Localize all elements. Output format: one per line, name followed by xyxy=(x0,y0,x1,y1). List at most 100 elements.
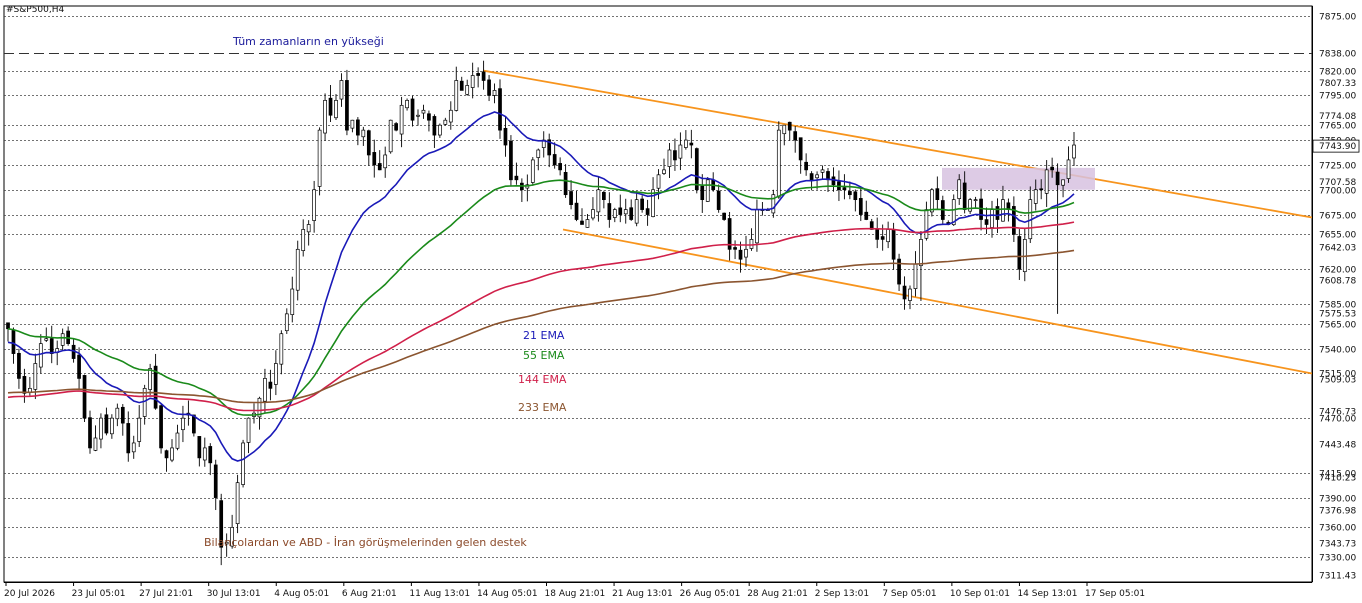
price-tick: 7360.00 xyxy=(1319,524,1356,534)
candle-body xyxy=(6,322,10,330)
candle-body xyxy=(509,140,513,181)
candle-body xyxy=(38,343,43,368)
candle-body xyxy=(612,209,617,218)
candle-body xyxy=(858,198,863,215)
candle-body xyxy=(1072,144,1076,159)
time-tick: 10 Sep 01:01 xyxy=(950,589,1010,599)
candle-body xyxy=(629,207,634,220)
time-tick: 27 Jul 21:01 xyxy=(139,589,193,599)
candle-body xyxy=(181,417,185,431)
candle-body xyxy=(891,230,896,260)
candle-body xyxy=(104,414,109,434)
support-annotation: Bilançolardan ve ABD - İran görüşmelerin… xyxy=(204,536,527,549)
candle-body xyxy=(394,123,398,131)
candle-body xyxy=(1001,199,1005,222)
candle-body xyxy=(1033,189,1038,204)
candle-body xyxy=(552,154,557,166)
candle-body xyxy=(623,209,628,215)
candle-body xyxy=(246,417,251,443)
candle-body xyxy=(1017,236,1022,270)
candle-body xyxy=(930,189,934,213)
candle-body xyxy=(1050,166,1054,171)
candle-body xyxy=(443,119,448,125)
candle-body xyxy=(295,248,300,291)
candle-body xyxy=(235,482,240,525)
candle-body xyxy=(875,228,880,240)
candle-body xyxy=(798,137,803,161)
candle-body xyxy=(848,191,852,196)
time-tick: 7 Sep 05:01 xyxy=(882,589,936,599)
candle-body xyxy=(268,381,273,389)
candle-body xyxy=(514,175,519,181)
chart-root: 7875.007838.007820.007795.007765.007750.… xyxy=(0,0,1362,603)
candle-body xyxy=(700,185,705,201)
candle-body xyxy=(356,119,360,136)
symbol-label: #S&P500,H4 xyxy=(6,5,65,15)
candle-body xyxy=(787,121,792,131)
candle-body xyxy=(678,144,683,159)
price-tick: 7443.48 xyxy=(1319,440,1356,450)
price-tick: 7540.00 xyxy=(1319,346,1356,356)
time-axis: 20 Jul 2026 23 Jul 05:01 27 Jul 21:01 30 Ju… xyxy=(4,582,1312,599)
candle-body xyxy=(738,249,743,260)
candle-body xyxy=(596,189,601,213)
ema233-legend: 233 EMA xyxy=(518,401,567,414)
candle-body xyxy=(536,149,541,158)
price-tick: 7476.73 xyxy=(1319,407,1356,417)
ema55-legend: 55 EMA xyxy=(523,349,565,362)
candle-body xyxy=(301,229,306,251)
candle-body xyxy=(470,75,475,88)
candle-body xyxy=(913,263,918,289)
price-tick: 7875.00 xyxy=(1319,13,1356,23)
candle-body xyxy=(383,154,388,169)
candle-body xyxy=(902,285,907,300)
price-tick: 7410.23 xyxy=(1319,473,1356,483)
candle-body xyxy=(432,116,437,136)
ema21-legend: 21 EMA xyxy=(523,329,565,342)
candle-body xyxy=(919,239,923,267)
price-tick: 7765.00 xyxy=(1319,122,1356,132)
candle-body xyxy=(908,288,912,301)
candle-body xyxy=(159,405,163,449)
price-tick: 7807.33 xyxy=(1319,79,1356,89)
candle-body xyxy=(492,90,497,96)
time-tick: 4 Aug 05:01 xyxy=(274,589,329,599)
candle-body xyxy=(279,333,284,365)
time-tick: 11 Aug 13:01 xyxy=(409,589,470,599)
candle-body xyxy=(585,219,590,228)
price-tick: 7820.00 xyxy=(1319,68,1356,78)
price-tick: 7620.00 xyxy=(1319,266,1356,276)
time-tick: 28 Aug 21:01 xyxy=(747,589,808,599)
candle-body xyxy=(809,173,814,181)
candle-body xyxy=(487,79,491,96)
candle-body xyxy=(241,442,245,485)
candle-body xyxy=(476,73,480,76)
time-tick: 30 Jul 13:01 xyxy=(207,589,261,599)
candle-body xyxy=(290,288,295,315)
candle-body xyxy=(503,127,508,146)
candle-body xyxy=(645,208,650,215)
candle-body xyxy=(366,130,371,156)
current-price-label: 7743.90 xyxy=(1319,142,1356,152)
candle-body xyxy=(388,119,393,153)
candle-body xyxy=(602,191,606,201)
price-tick: 7608.78 xyxy=(1319,276,1356,286)
candle-body xyxy=(126,423,131,454)
time-tick: 21 Aug 13:01 xyxy=(612,589,673,599)
candle-body xyxy=(405,99,409,109)
candle-body xyxy=(815,174,819,179)
price-tick: 7774.08 xyxy=(1319,112,1356,122)
candle-body xyxy=(634,199,639,224)
price-tick: 7376.98 xyxy=(1319,507,1356,517)
time-tick: 17 Sep 05:01 xyxy=(1085,589,1145,599)
price-tick: 7509.03 xyxy=(1319,375,1356,385)
candle-body xyxy=(11,330,16,354)
price-chart[interactable]: 7875.007838.007820.007795.007765.007750.… xyxy=(0,0,1362,603)
candle-body xyxy=(438,124,442,136)
candle-body xyxy=(1061,179,1065,186)
candle-body xyxy=(93,437,98,451)
time-tick: 14 Sep 13:01 xyxy=(1017,589,1077,599)
candle-body xyxy=(372,152,377,166)
candle-body xyxy=(591,209,595,219)
candle-body xyxy=(49,338,54,354)
